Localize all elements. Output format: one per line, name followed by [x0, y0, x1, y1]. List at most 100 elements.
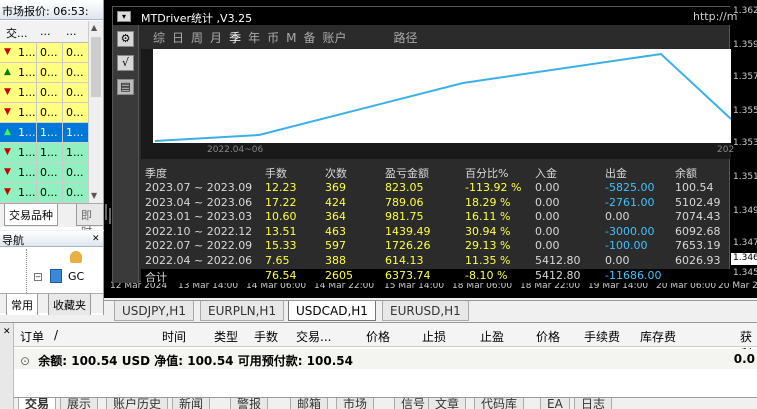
- tab-symbols[interactable]: 交易品种: [4, 204, 58, 226]
- close-icon[interactable]: ✕: [92, 234, 100, 244]
- tab-common[interactable]: 常用: [6, 294, 38, 315]
- terminal-column-header[interactable]: 价格: [366, 328, 390, 345]
- column-header-bid[interactable]: ...: [40, 25, 51, 38]
- market-watch-row[interactable]: ▼ 1... 0... 0...: [0, 43, 88, 63]
- stats-cell: 0.00: [535, 195, 560, 209]
- symbol-tab[interactable]: EURPLN,H1: [200, 301, 285, 321]
- stats-cell: 13.51: [265, 224, 297, 238]
- dialog-tab[interactable]: 日: [172, 31, 184, 45]
- terminal-column-header[interactable]: 库存费: [640, 328, 676, 345]
- terminal-tab[interactable]: 警报: [230, 398, 269, 409]
- stats-cell: 0.00: [605, 254, 630, 267]
- market-watch-row[interactable]: ▼ 1... 0... 0...: [0, 183, 88, 203]
- dialog-url[interactable]: http://m: [693, 10, 737, 23]
- stats-cell: 76.54: [265, 269, 297, 282]
- stats-cell: 597: [325, 239, 346, 253]
- tab-ticks[interactable]: 即时: [76, 204, 103, 230]
- terminal-column-header[interactable]: 止盈: [480, 328, 504, 345]
- market-watch-row[interactable]: ▼ 1... 1... 1...: [0, 143, 88, 163]
- terminal-tab[interactable]: 账户历史: [106, 398, 169, 409]
- market-watch-row[interactable]: ▼ 1... 0... 0...: [0, 103, 88, 123]
- ask-cell: 0...: [66, 86, 84, 99]
- market-watch-row[interactable]: ▼ 1... 0... 0...: [0, 83, 88, 103]
- dialog-tab[interactable]: 周: [191, 31, 203, 45]
- navigator-title: 导航: [0, 231, 103, 247]
- terminal-tab[interactable]: 邮箱: [290, 398, 329, 409]
- collapse-icon[interactable]: ⊙: [20, 354, 30, 368]
- dialog-tab[interactable]: 综: [153, 31, 165, 45]
- user-icon[interactable]: [70, 251, 82, 263]
- terminal-column-header[interactable]: 止损: [422, 328, 446, 345]
- scroll-down-icon[interactable]: ▼: [91, 191, 101, 201]
- folder-icon[interactable]: [50, 269, 62, 283]
- terminal-tab[interactable]: 展示: [60, 398, 99, 409]
- scroll-up-icon[interactable]: ▲: [91, 23, 101, 33]
- stats-cell: 次数: [325, 167, 347, 180]
- stats-cell: 合计: [145, 271, 167, 284]
- dialog-tab[interactable]: 年: [248, 31, 260, 45]
- minimize-icon[interactable]: ▾: [117, 11, 131, 22]
- bid-cell: 0...: [40, 86, 58, 99]
- market-watch-row[interactable]: ▲ 1... 0... 0...: [0, 63, 88, 83]
- balance-row: ⊙ 余额: 100.54 USD 净值: 100.54 可用预付款: 100.5…: [14, 349, 757, 369]
- arrow-down-icon: ▼: [4, 147, 11, 157]
- terminal-tab[interactable]: EA: [540, 398, 570, 409]
- dialog-title[interactable]: MTDriver统计 ,V3.25: [113, 7, 731, 25]
- stats-table-row: 2022.04 ~ 2022.06 7.65 388 614.13 11.35 % 541…: [141, 254, 731, 268]
- column-header-symbol[interactable]: 交...: [6, 25, 28, 41]
- terminal-column-header[interactable]: 类型: [214, 328, 238, 345]
- dialog-tabs: 综日周月季年币 M 备账户 路径: [153, 29, 425, 47]
- terminal-tab[interactable]: 日志: [574, 398, 613, 409]
- terminal-tab[interactable]: 信号: [394, 398, 433, 409]
- terminal-tab[interactable]: 交易: [18, 398, 57, 409]
- terminal-tab[interactable]: 代码库: [474, 398, 525, 409]
- bid-cell: 0...: [40, 66, 58, 79]
- menu-icon[interactable]: ▤: [117, 79, 134, 95]
- terminal-column-header[interactable]: 时间: [162, 328, 186, 345]
- terminal-column-header[interactable]: 交易...: [296, 328, 331, 345]
- dialog-tab[interactable]: 月: [210, 31, 222, 45]
- bid-cell: 0...: [40, 186, 58, 199]
- terminal-tab[interactable]: 市场: [336, 398, 375, 409]
- column-divider: [36, 43, 37, 62]
- market-watch-row[interactable]: ▲ 1... 1... 1...: [0, 123, 88, 143]
- close-icon[interactable]: ✕: [3, 327, 11, 337]
- dialog-tab[interactable]: 路径: [394, 31, 418, 45]
- terminal-column-header[interactable]: 手数: [254, 328, 278, 345]
- symbol-tab[interactable]: USDJPY,H1: [114, 301, 194, 321]
- terminal-tab[interactable]: 文章: [428, 398, 467, 409]
- stats-cell: 2023.04 ~ 2023.06: [145, 195, 253, 209]
- dialog-tab[interactable]: M: [286, 31, 296, 45]
- tree-line: [26, 249, 27, 293]
- navigator-item[interactable]: GC: [68, 270, 84, 283]
- market-watch-tabs: 交易品种 即时: [0, 203, 103, 230]
- dialog-tab[interactable]: 季: [229, 31, 241, 45]
- dialog-tab[interactable]: 账户: [322, 31, 346, 45]
- dialog-toolbar: ⚙ √ ▤: [113, 25, 139, 283]
- stats-cell: 463: [325, 224, 346, 238]
- column-divider: [36, 63, 37, 82]
- balance-plot: 2022.04~06 202: [141, 49, 734, 159]
- symbol-tab[interactable]: USDCAD,H1: [288, 301, 376, 321]
- gear-icon[interactable]: ⚙: [117, 31, 134, 47]
- terminal-column-header[interactable]: /: [54, 328, 58, 342]
- dialog-tab[interactable]: 备: [303, 31, 315, 45]
- terminal-column-header[interactable]: 手续费: [584, 328, 620, 345]
- dialog-tab[interactable]: 币: [267, 31, 279, 45]
- price-axis-label: 1.355: [733, 106, 757, 116]
- stats-cell: 6026.93: [675, 254, 721, 267]
- market-watch-scrollbar[interactable]: ▲ ▼: [88, 21, 103, 203]
- tree-expand-icon[interactable]: −: [34, 273, 42, 281]
- symbol-tab[interactable]: EURUSD,H1: [382, 301, 469, 321]
- symbol-cell: 1...: [18, 86, 36, 99]
- market-watch-row[interactable]: ▼ 1... 0... 0...: [0, 163, 88, 183]
- column-header-ask[interactable]: ...: [66, 25, 77, 38]
- terminal-tab[interactable]: 新闻: [172, 398, 211, 409]
- navigator-panel: 导航 ✕ − GC 常用 收藏夹: [0, 231, 104, 315]
- check-icon[interactable]: √: [117, 55, 134, 71]
- scroll-thumb[interactable]: [91, 37, 101, 97]
- terminal-column-header[interactable]: 订单: [20, 328, 44, 345]
- terminal-column-header[interactable]: 价格: [536, 328, 560, 345]
- bid-cell: 0...: [40, 166, 58, 179]
- tab-favorites[interactable]: 收藏夹: [48, 294, 91, 315]
